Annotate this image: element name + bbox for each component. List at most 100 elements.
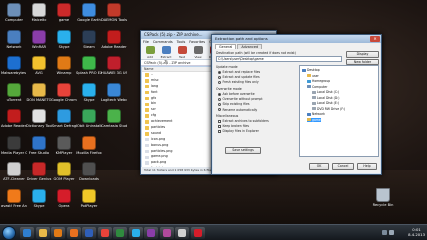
save-settings-button[interactable]: Save settings (225, 147, 261, 154)
taskbar-excel-button[interactable] (113, 227, 127, 239)
tree-item-drive[interactable]: Local Disk (D:) (312, 96, 339, 100)
taskbar-chrome-button[interactable] (97, 227, 112, 239)
desktop-icon-avast[interactable]: avast! Free Antivirus (1, 188, 27, 208)
add-icon (145, 46, 155, 54)
clock[interactable]: 0:01 8.4.2013 (408, 227, 425, 237)
taskbar-explorer-button[interactable] (35, 227, 50, 239)
tree-item-desktop[interactable]: Desktop (302, 68, 320, 72)
tab-advanced[interactable]: Advanced (237, 44, 263, 49)
toolbar-add-button[interactable]: Add (143, 46, 157, 59)
tree-item-dvd-drive[interactable]: DVD RW Drive (F:) (312, 107, 345, 111)
desktop-icon-uninstaller[interactable]: IObit Uninstaller (76, 109, 102, 128)
extraction-dialog[interactable]: Extraction path and options ✕ General Ad… (211, 34, 382, 175)
menu-item-favorites[interactable]: Favorites (189, 40, 205, 44)
desktop-icon-label: Malwarebytes Anti-Malw... (1, 71, 27, 75)
radio-update-mode-1[interactable]: Extract and update files (218, 75, 260, 79)
desktop-icon-shortcut[interactable]: Maiceitc (26, 3, 52, 22)
radio-overwrite-mode-1[interactable]: Overwrite without prompt (218, 97, 263, 101)
desktop-icon-adobe-reader[interactable]: Adobe Reader (101, 29, 127, 49)
desktop-icon-adobe-reader[interactable]: Adobe Reader XI (1, 109, 27, 128)
desktop-icon-utorrent[interactable]: uTorrent (1, 82, 27, 102)
recycle-bin[interactable]: Recycle Bin (370, 188, 396, 207)
desktop-icon-dictionary[interactable]: Dictionary Tools (26, 109, 52, 128)
taskbar-player-button[interactable] (175, 227, 189, 239)
radio-update-mode-2[interactable]: Fresh existing files only (218, 80, 259, 84)
taskbar-skype-button[interactable] (128, 227, 143, 239)
desktop-icon-defrag[interactable]: Smart Defrag (51, 109, 77, 128)
column-name[interactable]: Name (142, 67, 200, 71)
taskbar-winrar-dialog-button[interactable] (159, 227, 174, 239)
start-button[interactable] (2, 226, 16, 240)
desktop-icon-steam[interactable]: Steam (76, 29, 102, 49)
taskbar-firefox-button[interactable] (66, 227, 81, 239)
folder-tree[interactable]: Desktop user Homegroup Computer Local Disk (… (299, 65, 379, 157)
destination-path-input[interactable]: C:\Users\user\Desktop\game (216, 56, 342, 62)
close-icon[interactable]: ✕ (370, 36, 380, 42)
taskbar-opera-button[interactable] (190, 227, 205, 239)
tree-item-drive[interactable]: Local Disk (C:) (312, 90, 339, 94)
desktop-icon-game[interactable]: game (51, 3, 77, 22)
option-label: Fresh existing files only (222, 80, 259, 85)
radio-overwrite-mode-2[interactable]: Skip existing files (218, 102, 250, 106)
radio-overwrite-mode-0[interactable]: Ask before overwrite (218, 92, 255, 96)
desktop-icon-free-studio[interactable]: Free Studio (26, 135, 52, 155)
toolbar-view-button[interactable]: View (191, 46, 205, 59)
desktop-icon-skype[interactable]: Skype (76, 82, 102, 102)
tab-general[interactable]: General (215, 44, 237, 49)
desktop-icon-firefox[interactable]: Mozilla Firefox (76, 135, 102, 155)
checkbox-misc-1[interactable]: Keep broken files (218, 124, 249, 128)
desktop-icon-kmplayer[interactable]: KMPlayer (51, 135, 77, 155)
tree-item-folder[interactable]: game (307, 117, 321, 122)
network-tray-icon[interactable] (382, 230, 387, 235)
explorer-icon (38, 229, 47, 237)
taskbar-winrar-button[interactable] (144, 227, 158, 239)
desktop-icon-driver[interactable]: Driver Genius (26, 162, 52, 181)
menu-item-tools[interactable]: Tools (177, 40, 186, 44)
tree-item-drive[interactable]: Local Disk (E:) (312, 101, 339, 105)
toolbar-test-button[interactable]: Test (175, 46, 189, 59)
tree-item-network[interactable]: Network (307, 112, 325, 116)
menu-item-file[interactable]: File (143, 40, 149, 44)
adobe-reader-icon (7, 109, 21, 123)
desktop-icon-skype[interactable]: Skype (26, 188, 52, 208)
desktop-icon-media-player[interactable]: Media Player Classic (1, 135, 27, 155)
checkbox-misc-2[interactable]: Display files in Explorer (218, 129, 259, 133)
volume-icon[interactable] (389, 230, 394, 235)
taskbar-word-button[interactable] (82, 227, 96, 239)
desktop-icon-computer[interactable]: Computer (1, 3, 27, 22)
desktop-icon-webcam[interactable]: Logitech Webcam (101, 82, 127, 102)
menu-item-commands[interactable]: Commands (153, 40, 173, 44)
desktop-icon-chrome[interactable]: Google Chrome (51, 82, 77, 102)
desktop-icon-cleaner[interactable]: ATF-Cleaner (1, 162, 27, 181)
desktop-icon-avg[interactable]: AVG (26, 56, 52, 75)
checkbox-misc-0[interactable]: Extract archives to subfolders (218, 119, 269, 123)
desktop-icon-gom-player[interactable]: GOM Player (51, 162, 77, 181)
desktop-icon-opera[interactable]: Opera (51, 188, 77, 208)
desktop-icon-malwarebytes[interactable]: Malwarebytes Anti-Malw... (1, 56, 27, 75)
toolbar-extract-button[interactable]: Extract To (159, 46, 173, 63)
desktop-icon-splash[interactable]: Splash PRO EX (76, 56, 102, 75)
tree-item-computer[interactable]: Computer (307, 85, 327, 89)
desktop-icon-modem[interactable]: HUAWEI 3G USB MODEM (101, 56, 127, 75)
radio-overwrite-mode-3[interactable]: Rename automatically (218, 108, 257, 112)
desktop-icon-daemon-tools[interactable]: DAEMON Tools Lite (101, 3, 127, 22)
desktop-icon-skype[interactable]: Skype (51, 29, 77, 49)
desktop-icon-downloads[interactable]: Downloads (76, 162, 102, 181)
radio-update-mode-0[interactable]: Extract and replace files (218, 70, 260, 74)
desktop-icon-camtasia[interactable]: Camtasia Studio 8 (101, 109, 127, 128)
desktop-icon-network[interactable]: Network (1, 29, 27, 49)
desktop-icon-google-earth[interactable]: Google Earth (76, 3, 102, 22)
tree-item-user-folder[interactable]: user (307, 74, 319, 78)
cancel-button[interactable]: Cancel (332, 163, 354, 170)
tree-item-homegroup[interactable]: Homegroup (307, 79, 330, 83)
splash-icon (82, 56, 96, 70)
taskbar-media-player-button[interactable] (51, 227, 65, 239)
desktop-icon-potplayer[interactable]: PotPlayer (76, 188, 102, 208)
ok-button[interactable]: OK (309, 163, 329, 170)
desktop-icon-winamp[interactable]: Winamp (51, 56, 77, 75)
desktop-icon-folder[interactable]: DON MANETO (26, 82, 52, 102)
taskbar-ie-button[interactable] (20, 227, 34, 239)
help-button[interactable]: Help (357, 163, 377, 170)
display-button[interactable]: Display (346, 51, 379, 58)
desktop-icon-winrar[interactable]: WinRAR (26, 29, 52, 49)
